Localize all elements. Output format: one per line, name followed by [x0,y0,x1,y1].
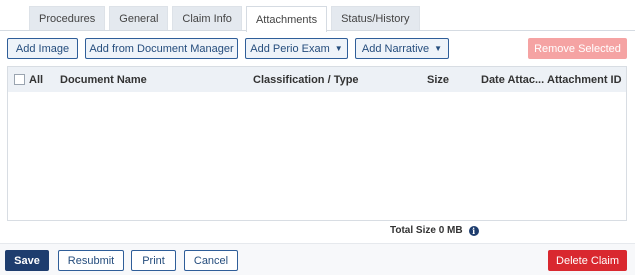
table-header: All Document Name Classification / Type … [8,67,626,92]
total-size-label: Total Size 0 MB [390,225,463,236]
save-button[interactable]: Save [5,250,49,271]
footer-bar: Save Resubmit Print Cancel Delete Claim [0,243,635,275]
size-header[interactable]: Size [427,67,449,92]
select-all-label: All [29,73,44,86]
tab-claim-info[interactable]: Claim Info [172,6,242,31]
caret-down-icon: ▼ [334,44,343,53]
select-all-column: All [14,67,43,92]
classification-header[interactable]: Classification / Type [253,67,359,92]
total-size: Total Size 0 MB i [390,225,479,236]
table-body [8,92,626,220]
delete-claim-button[interactable]: Delete Claim [548,250,627,271]
info-icon[interactable]: i [468,225,479,236]
add-perio-exam-label: Add Perio Exam [250,42,330,55]
document-name-header[interactable]: Document Name [60,67,147,92]
print-label: Print [142,254,165,267]
tab-status-history[interactable]: Status/History [331,6,420,31]
add-perio-exam-dropdown[interactable]: Add Perio Exam ▼ [245,38,348,59]
add-image-button[interactable]: Add Image [7,38,78,59]
attachments-table: All Document Name Classification / Type … [7,66,627,221]
add-image-label: Add Image [15,42,70,55]
print-button[interactable]: Print [131,250,176,271]
cancel-label: Cancel [193,254,229,267]
delete-claim-label: Delete Claim [556,254,619,267]
add-from-document-manager-label: Add from Document Manager [89,42,234,55]
remove-selected-button[interactable]: Remove Selected [528,38,627,59]
tab-attachments[interactable]: Attachments [245,6,328,32]
select-all-checkbox[interactable] [14,74,25,85]
tab-procedures[interactable]: Procedures [29,6,106,31]
caret-down-icon: ▼ [434,44,443,53]
resubmit-button[interactable]: Resubmit [58,250,124,271]
date-attached-header[interactable]: Date Attac... [481,67,544,92]
add-from-document-manager-button[interactable]: Add from Document Manager [85,38,238,59]
cancel-button[interactable]: Cancel [184,250,238,271]
resubmit-label: Resubmit [67,254,115,267]
remove-selected-label: Remove Selected [534,42,621,55]
attachments-toolbar: Add Image Add from Document Manager Add … [7,38,627,59]
tab-bar: Procedures General Claim Info Attachment… [29,6,424,32]
add-narrative-dropdown[interactable]: Add Narrative ▼ [355,38,449,59]
save-label: Save [14,254,40,267]
tab-general[interactable]: General [109,6,169,31]
attachment-id-header[interactable]: Attachment ID [547,67,622,92]
add-narrative-label: Add Narrative [361,42,430,55]
